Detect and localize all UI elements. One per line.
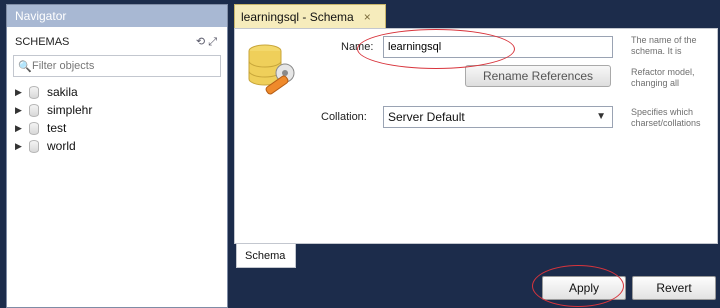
- close-icon[interactable]: ×: [364, 10, 371, 24]
- schema-item-world[interactable]: ▶ world: [15, 137, 227, 155]
- schemas-label: SCHEMAS: [15, 36, 70, 48]
- database-icon: [29, 85, 39, 99]
- tab-title: learningsql - Schema: [241, 9, 354, 24]
- navigator-title: Navigator: [7, 5, 227, 27]
- database-settings-icon: [248, 44, 295, 95]
- schema-item-sakila[interactable]: ▶ sakila: [15, 83, 227, 101]
- expand-arrow-icon[interactable]: ▶: [15, 105, 29, 116]
- database-icon: [29, 121, 39, 135]
- chevron-down-icon: ▼: [596, 111, 606, 122]
- refresh-expand-icons[interactable]: ⟲ ⤢: [196, 31, 217, 53]
- schemas-header: SCHEMAS ⟲ ⤢: [7, 31, 227, 53]
- revert-button[interactable]: Revert: [632, 276, 716, 300]
- annotation-ellipse-name: [357, 29, 515, 69]
- rename-hint: Refactor model, changing all: [631, 67, 695, 88]
- tab-schema-editor[interactable]: learningsql - Schema ×: [234, 4, 386, 28]
- collation-value: Server Default: [388, 110, 465, 124]
- schema-label: sakila: [47, 85, 78, 99]
- database-icon: [29, 103, 39, 117]
- database-icon: [29, 139, 39, 153]
- schema-label: test: [47, 121, 67, 135]
- collation-hint: Specifies which charset/collations: [631, 107, 701, 128]
- expand-arrow-icon[interactable]: ▶: [15, 141, 29, 152]
- schema-label: simplehr: [47, 103, 93, 117]
- filter-input[interactable]: [32, 57, 220, 75]
- collation-select[interactable]: Server Default ▼: [383, 106, 613, 128]
- navigator-panel: Navigator SCHEMAS ⟲ ⤢ 🔍 ▶ sakila ▶ simpl…: [6, 4, 228, 308]
- rename-references-button[interactable]: Rename References: [465, 65, 611, 87]
- search-icon: 🔍: [18, 60, 32, 73]
- filter-box[interactable]: 🔍: [13, 55, 221, 77]
- schema-label: world: [47, 139, 76, 153]
- tab-schema[interactable]: Schema: [236, 244, 296, 268]
- collation-label: Collation:: [321, 111, 367, 123]
- schema-editor: Name: Rename References Collation: Serve…: [234, 28, 718, 244]
- expand-arrow-icon[interactable]: ▶: [15, 87, 29, 98]
- annotation-ellipse-apply: [532, 265, 624, 307]
- schema-list: ▶ sakila ▶ simplehr ▶ test ▶ world: [7, 83, 227, 155]
- name-hint: The name of the schema. It is: [631, 35, 697, 56]
- expand-arrow-icon[interactable]: ▶: [15, 123, 29, 134]
- schema-item-simplehr[interactable]: ▶ simplehr: [15, 101, 227, 119]
- schema-item-test[interactable]: ▶ test: [15, 119, 227, 137]
